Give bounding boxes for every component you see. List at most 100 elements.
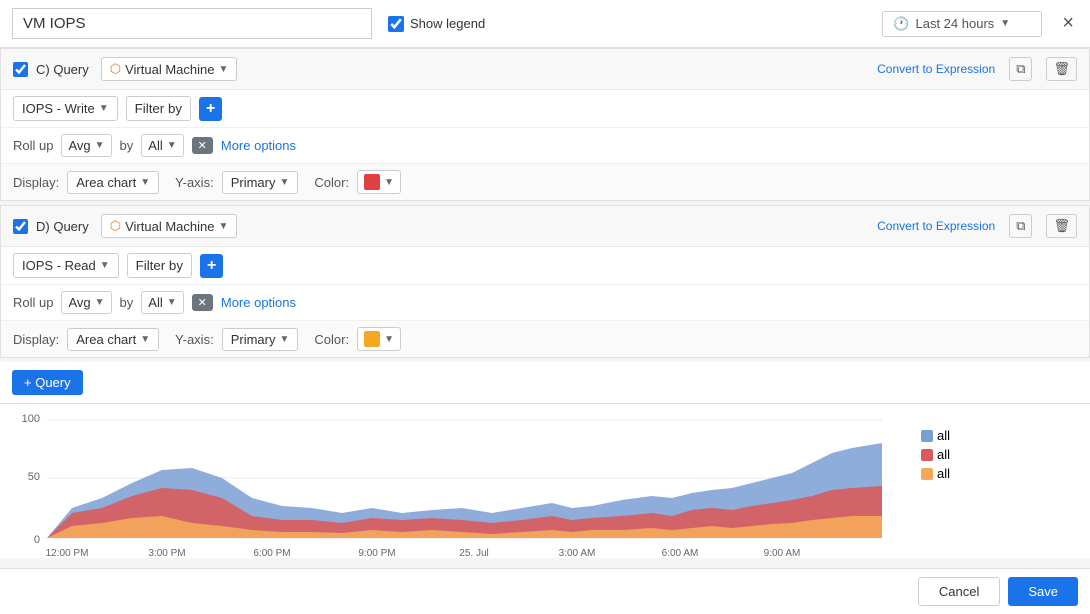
- query-d-rollup-by-chevron: ▼: [167, 297, 177, 308]
- query-c-metric-row: IOPS - Write ▼ Filter by +: [1, 90, 1089, 128]
- query-c-convert-link[interactable]: Convert to Expression: [877, 62, 995, 76]
- query-d-rollup-by-label: All: [148, 295, 162, 310]
- query-d-yaxis-dropdown[interactable]: Primary ▼: [222, 328, 299, 351]
- chart-svg: 100 50 0 12:00 PM 3:00 PM 6:00 PM 9:00 P…: [12, 408, 892, 558]
- query-c-delete-button[interactable]: 🗑: [1046, 57, 1077, 81]
- time-range-selector[interactable]: 🕐 Last 24 hours ▼: [882, 11, 1042, 37]
- query-c-resource-label: Virtual Machine: [125, 62, 214, 77]
- add-query-row: + Query: [0, 362, 1090, 404]
- clock-icon: 🕐: [893, 16, 909, 32]
- query-c-resource-dropdown[interactable]: ⬡ Virtual Machine ▼: [101, 57, 238, 81]
- time-range-label: Last 24 hours: [916, 16, 995, 31]
- legend-item-3: all: [921, 466, 950, 481]
- svg-text:3:00 PM: 3:00 PM: [148, 548, 185, 558]
- query-c-add-filter-button[interactable]: +: [199, 97, 222, 121]
- query-c-rollup-by-dropdown[interactable]: All ▼: [141, 134, 183, 157]
- query-d-delete-button[interactable]: 🗑: [1046, 214, 1077, 238]
- legend-color-2: [921, 449, 933, 461]
- query-d-more-options-link[interactable]: More options: [221, 295, 296, 310]
- save-button[interactable]: Save: [1008, 577, 1078, 606]
- query-d-resource-dropdown[interactable]: ⬡ Virtual Machine ▼: [101, 214, 238, 238]
- query-d-metric-dropdown[interactable]: IOPS - Read ▼: [13, 253, 119, 278]
- query-d-chart-type-dropdown[interactable]: Area chart ▼: [67, 328, 159, 351]
- query-d-clear-button[interactable]: ✕: [192, 294, 213, 311]
- query-c-color-label: Color:: [314, 175, 349, 190]
- query-c-label: C) Query: [36, 62, 89, 77]
- legend-label-2: all: [937, 447, 950, 462]
- query-c-rollup-func-label: Avg: [68, 138, 90, 153]
- query-c-filter-button[interactable]: Filter by: [126, 96, 191, 121]
- query-c-more-options-link[interactable]: More options: [221, 138, 296, 153]
- show-legend-checkbox[interactable]: [388, 16, 404, 32]
- legend-color-1: [921, 430, 933, 442]
- query-c-color-chevron: ▼: [384, 177, 394, 188]
- query-d-checkbox[interactable]: [13, 219, 28, 234]
- time-chevron-icon: ▼: [1000, 18, 1010, 29]
- query-c-color-swatch: [364, 174, 380, 190]
- query-c-by-label: by: [120, 138, 134, 153]
- svg-text:12:00 PM: 12:00 PM: [46, 548, 89, 558]
- query-d-add-filter-button[interactable]: +: [200, 254, 223, 278]
- query-c-yaxis-value: Primary: [231, 175, 276, 190]
- query-d-block: D) Query ⬡ Virtual Machine ▼ Convert to …: [0, 205, 1090, 358]
- query-c-display-label: Display:: [13, 175, 59, 190]
- query-c-metric-dropdown[interactable]: IOPS - Write ▼: [13, 96, 118, 121]
- query-d-rollup-func-label: Avg: [68, 295, 90, 310]
- query-c-copy-button[interactable]: ⧉: [1009, 57, 1032, 81]
- query-c-checkbox[interactable]: [13, 62, 28, 77]
- query-d-yaxis-chevron: ▼: [279, 334, 289, 345]
- query-c-header: C) Query ⬡ Virtual Machine ▼ Convert to …: [1, 49, 1089, 90]
- legend-item-1: all: [921, 428, 950, 443]
- query-c-display-row: Display: Area chart ▼ Y-axis: Primary ▼ …: [1, 164, 1089, 200]
- query-d-rollup-by-dropdown[interactable]: All ▼: [141, 291, 183, 314]
- legend-label-3: all: [937, 466, 950, 481]
- show-legend-label: Show legend: [388, 16, 485, 32]
- cancel-button[interactable]: Cancel: [918, 577, 1000, 606]
- query-d-display-label: Display:: [13, 332, 59, 347]
- query-c-chart-type-label: Area chart: [76, 175, 136, 190]
- query-d-yaxis-label: Y-axis:: [175, 332, 214, 347]
- svg-text:0: 0: [34, 534, 40, 546]
- query-d-color-picker[interactable]: ▼: [357, 327, 401, 351]
- query-c-rollup-by-chevron: ▼: [167, 140, 177, 151]
- svg-text:25. Jul: 25. Jul: [459, 548, 488, 558]
- query-d-display-row: Display: Area chart ▼ Y-axis: Primary ▼ …: [1, 321, 1089, 357]
- chart-container: 100 50 0 12:00 PM 3:00 PM 6:00 PM 9:00 P…: [0, 404, 1090, 558]
- svg-text:50: 50: [28, 471, 40, 483]
- svg-text:3:00 AM: 3:00 AM: [559, 548, 596, 558]
- svg-text:100: 100: [22, 413, 40, 425]
- svg-text:6:00 AM: 6:00 AM: [662, 548, 699, 558]
- title-input[interactable]: [12, 8, 372, 39]
- query-d-metric-chevron: ▼: [100, 260, 110, 271]
- query-d-color-chevron: ▼: [384, 334, 394, 345]
- query-d-filter-button[interactable]: Filter by: [127, 253, 192, 278]
- content-area: C) Query ⬡ Virtual Machine ▼ Convert to …: [0, 48, 1090, 568]
- svg-text:9:00 AM: 9:00 AM: [764, 548, 801, 558]
- query-d-rollup-label: Roll up: [13, 295, 53, 310]
- query-c-block: C) Query ⬡ Virtual Machine ▼ Convert to …: [0, 48, 1090, 201]
- query-d-rollup-func-dropdown[interactable]: Avg ▼: [61, 291, 111, 314]
- query-d-rollup-row: Roll up Avg ▼ by All ▼ ✕ More options: [1, 285, 1089, 321]
- add-query-button[interactable]: + Query: [12, 370, 83, 395]
- query-c-rollup-row: Roll up Avg ▼ by All ▼ ✕ More options: [1, 128, 1089, 164]
- chart-legend: all all all: [921, 428, 950, 481]
- query-c-yaxis-label: Y-axis:: [175, 175, 214, 190]
- query-c-color-picker[interactable]: ▼: [357, 170, 401, 194]
- query-c-metric-label: IOPS - Write: [22, 101, 95, 116]
- query-c-clear-button[interactable]: ✕: [192, 137, 213, 154]
- query-c-yaxis-chevron: ▼: [279, 177, 289, 188]
- query-d-copy-button[interactable]: ⧉: [1009, 214, 1032, 238]
- query-c-rollup-label: Roll up: [13, 138, 53, 153]
- query-d-convert-link[interactable]: Convert to Expression: [877, 219, 995, 233]
- vm-icon-d: ⬡: [110, 218, 121, 234]
- query-d-chart-type-chevron: ▼: [140, 334, 150, 345]
- query-d-label: D) Query: [36, 219, 89, 234]
- close-button[interactable]: ×: [1058, 12, 1078, 35]
- query-c-rollup-func-dropdown[interactable]: Avg ▼: [61, 134, 111, 157]
- query-c-yaxis-dropdown[interactable]: Primary ▼: [222, 171, 299, 194]
- query-c-chart-type-dropdown[interactable]: Area chart ▼: [67, 171, 159, 194]
- legend-item-2: all: [921, 447, 950, 462]
- query-c-rollup-by-label: All: [148, 138, 162, 153]
- query-d-metric-row: IOPS - Read ▼ Filter by +: [1, 247, 1089, 285]
- legend-color-3: [921, 468, 933, 480]
